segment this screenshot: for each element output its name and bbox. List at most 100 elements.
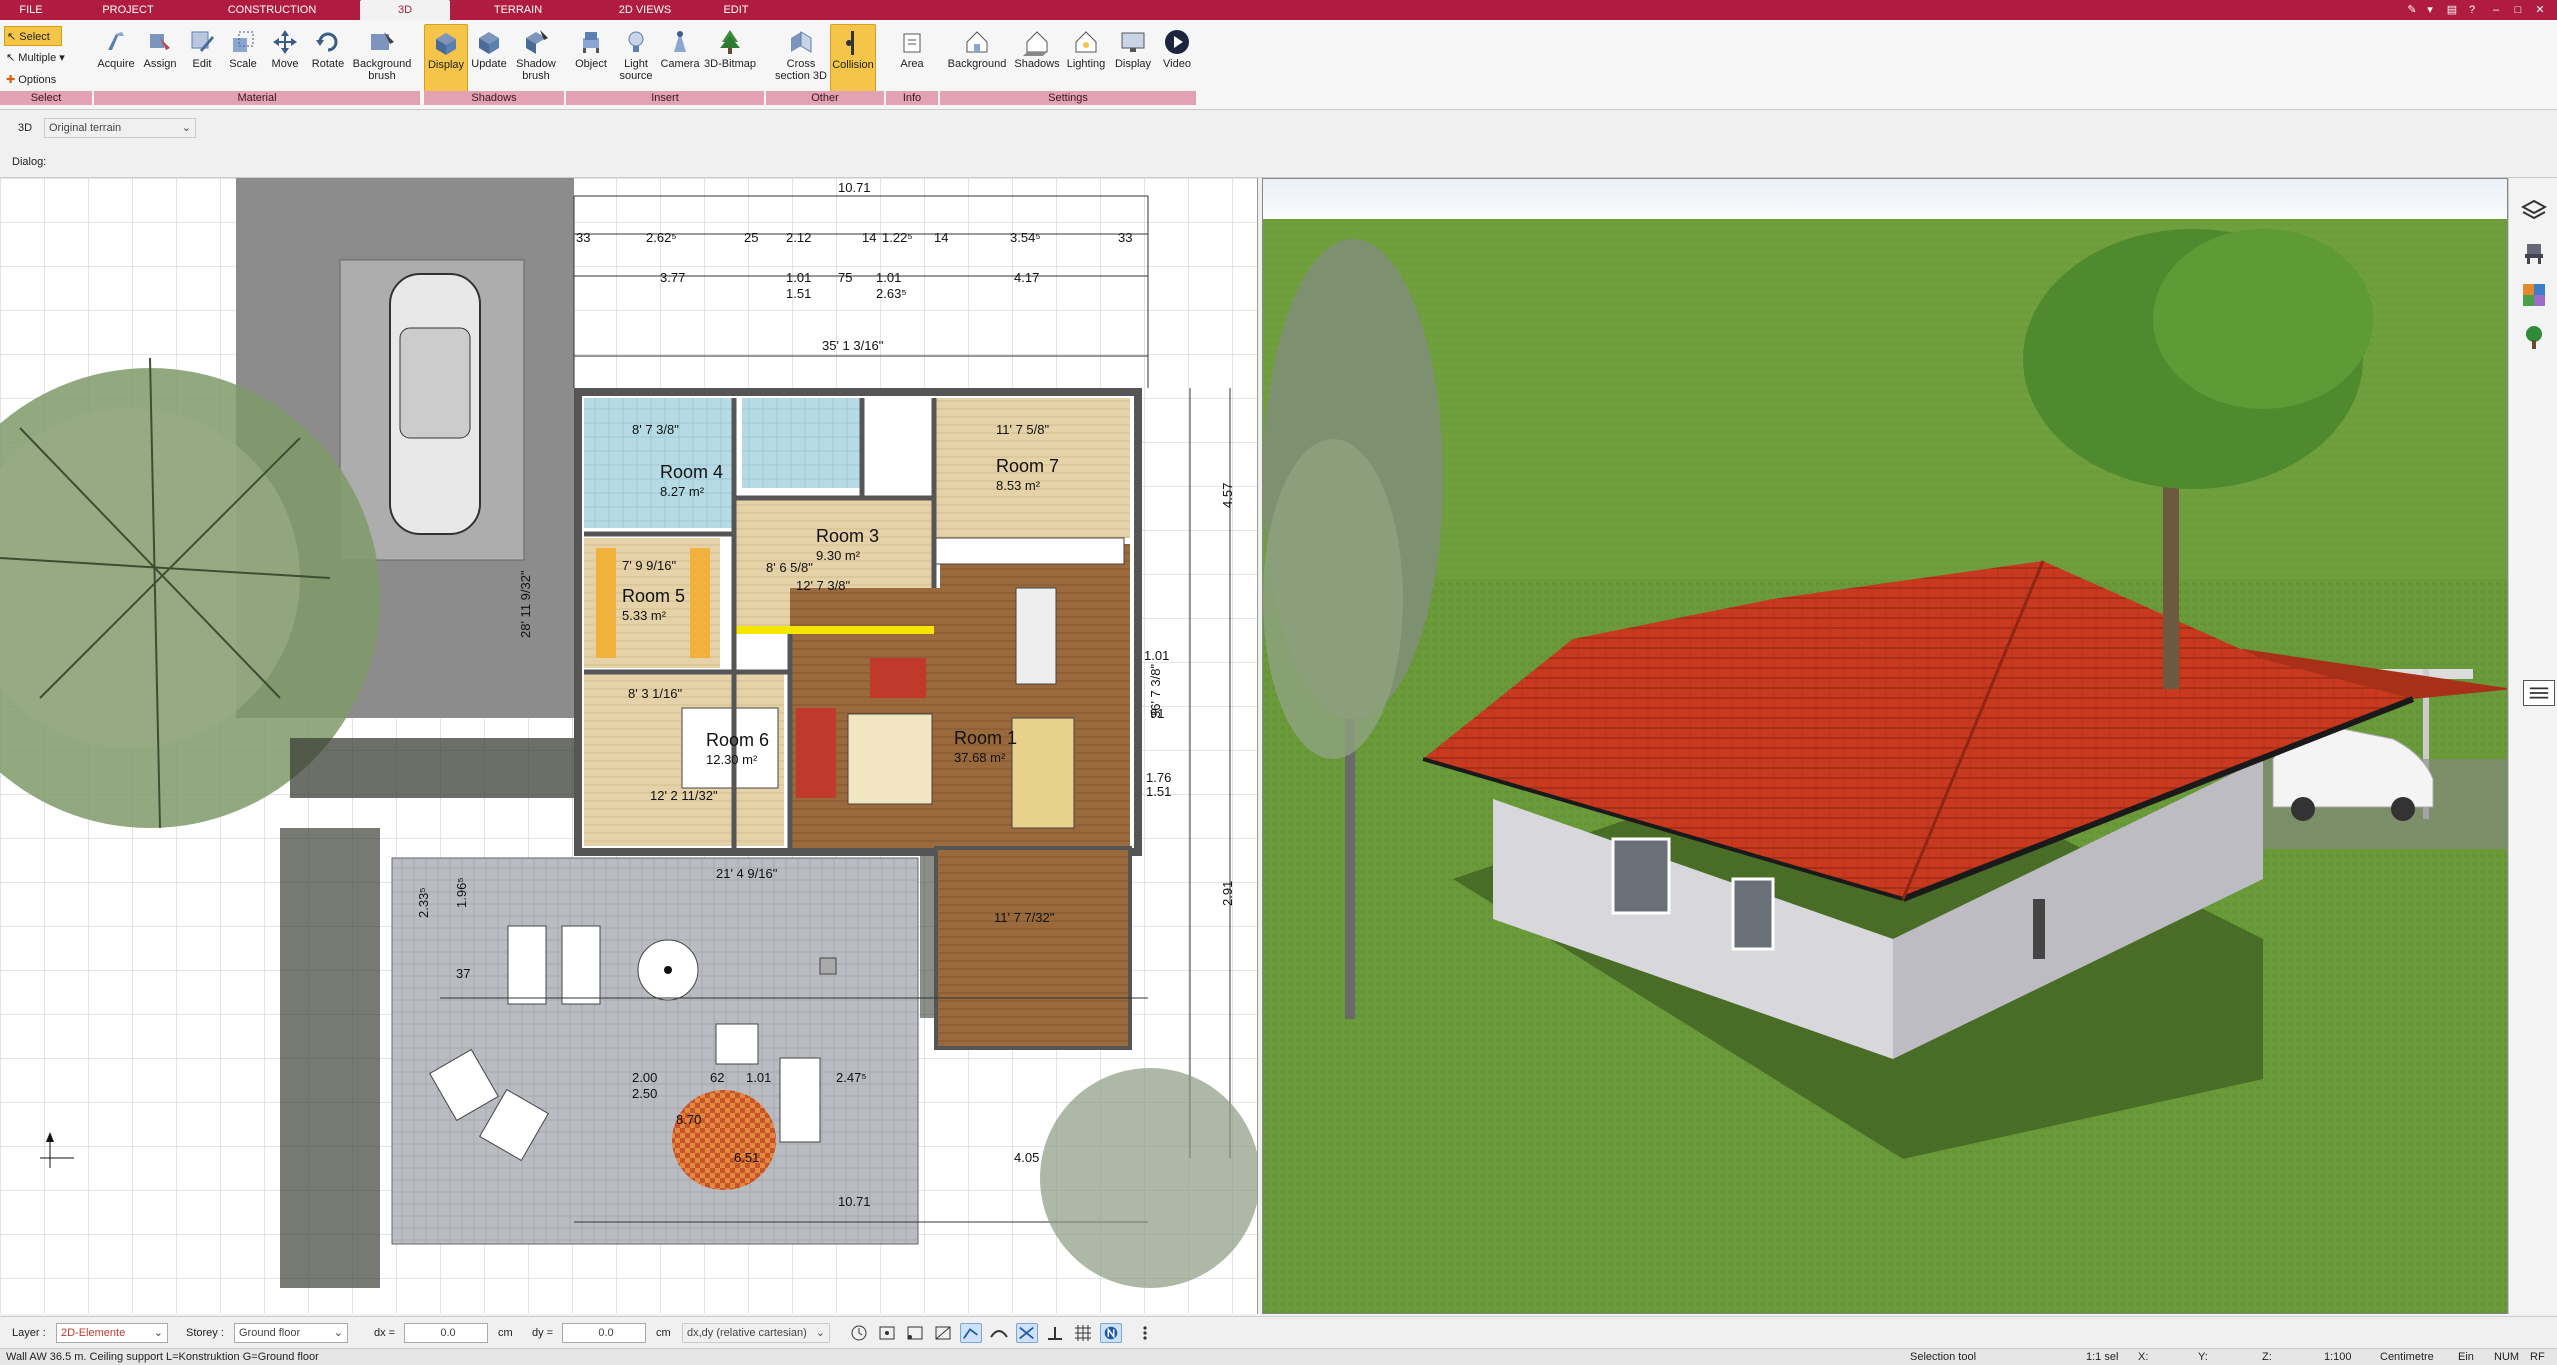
collision-icon <box>846 31 854 55</box>
snap-line-icon[interactable] <box>932 1323 954 1343</box>
layers-icon[interactable] <box>2520 198 2548 224</box>
status-ein: Ein <box>2458 1351 2474 1363</box>
selected-wall[interactable] <box>734 626 934 634</box>
settings-shadows-button[interactable]: Shadows <box>1012 24 1062 92</box>
options-button[interactable]: ✚ Options <box>4 70 56 90</box>
lighting-button[interactable]: Lighting <box>1062 24 1110 92</box>
camera-button[interactable]: Camera <box>658 24 702 92</box>
snap-angle-icon[interactable] <box>960 1323 982 1343</box>
move-button[interactable]: Move <box>264 24 306 92</box>
room-label: Room 1 <box>954 728 1017 748</box>
status-rf: RF <box>2530 1351 2545 1363</box>
svg-text:1.01: 1.01 <box>876 270 901 285</box>
chevron-down-icon: ⌄ <box>153 1327 163 1339</box>
svg-text:1.51: 1.51 <box>786 286 811 301</box>
area-button[interactable]: Area <box>888 24 936 92</box>
lighting-icon <box>1075 31 1097 53</box>
terrain-select[interactable]: Original terrain ⌄ <box>44 118 196 138</box>
light-source-button[interactable]: Light source <box>614 24 658 92</box>
status-bar: Wall AW 36.5 m. Ceiling support L=Konstr… <box>0 1348 2557 1365</box>
grid-icon[interactable] <box>1072 1323 1094 1343</box>
status-y: Y: <box>2198 1351 2208 1363</box>
more-options-icon[interactable] <box>1134 1323 1156 1343</box>
select-button[interactable]: ↖ Select <box>4 26 62 46</box>
svg-text:91: 91 <box>1150 706 1164 721</box>
collision-button[interactable]: Collision <box>830 24 876 92</box>
shadow-brush-button[interactable]: Shadow brush <box>510 24 562 92</box>
status-num: NUM <box>2494 1351 2520 1363</box>
assign-button[interactable]: Assign <box>138 24 182 92</box>
3d-bitmap-button[interactable]: 3D-Bitmap <box>702 24 758 92</box>
coordinate-mode-select[interactable]: dx,dy (relative cartesian) ⌄ <box>682 1323 830 1343</box>
svg-text:4.17: 4.17 <box>1014 270 1039 285</box>
svg-text:14: 14 <box>934 230 948 245</box>
snap-intersection-icon[interactable] <box>1016 1323 1038 1343</box>
snap-point-icon[interactable] <box>904 1323 926 1343</box>
svg-text:2.47⁵: 2.47⁵ <box>836 1070 867 1085</box>
svg-text:28' 11 9/32": 28' 11 9/32" <box>518 570 533 638</box>
layout-icon[interactable]: ▤ <box>2444 2 2460 18</box>
svg-text:75: 75 <box>838 270 852 285</box>
scale-button[interactable]: Scale <box>222 24 264 92</box>
tools-icon[interactable]: ✎ <box>2404 2 2420 18</box>
restore-icon[interactable]: □ <box>2510 2 2526 18</box>
group-material: Material <box>94 91 420 105</box>
background-button[interactable]: Background <box>942 24 1012 92</box>
room-area: 12.30 m² <box>706 752 758 767</box>
floor-plan-view[interactable]: 10.71 33 2.62⁵ 25 2.12 14 1.22⁵ 14 3.54⁵… <box>0 178 1258 1314</box>
tab-construction[interactable]: CONSTRUCTION <box>214 0 330 20</box>
3d-view[interactable] <box>1262 178 2508 1314</box>
lounger-2 <box>561 925 601 1005</box>
rotate-button[interactable]: Rotate <box>306 24 350 92</box>
video-icon <box>1165 30 1189 54</box>
shadows-display-button[interactable]: Display <box>424 24 468 92</box>
background-brush-button[interactable]: Background brush <box>350 24 414 92</box>
svg-text:8' 3 1/16": 8' 3 1/16" <box>628 686 682 701</box>
pin-icon[interactable]: ▾ <box>2422 2 2438 18</box>
layer-select[interactable]: 2D-Elemente ⌄ <box>56 1323 168 1343</box>
chair-icon[interactable] <box>2521 240 2547 266</box>
material-edit-button[interactable]: Edit <box>182 24 222 92</box>
tab-project[interactable]: PROJECT <box>86 0 170 20</box>
tab-bar: FILE PROJECT CONSTRUCTION 3D TERRAIN 2D … <box>0 0 2557 20</box>
settings-display-button[interactable]: Display <box>1110 24 1156 92</box>
svg-text:4.05: 4.05 <box>1014 1150 1039 1165</box>
ortho-icon[interactable] <box>1100 1323 1122 1343</box>
update-button[interactable]: Update <box>468 24 510 92</box>
tab-3d[interactable]: 3D <box>360 0 450 20</box>
svg-text:12' 2 11/32": 12' 2 11/32" <box>650 788 718 803</box>
dialog-label: Dialog: <box>12 156 47 168</box>
svg-text:2.50: 2.50 <box>632 1086 657 1101</box>
dy-input[interactable]: 0.0 <box>562 1323 646 1343</box>
dx-input[interactable]: 0.0 <box>404 1323 488 1343</box>
video-button[interactable]: Video <box>1156 24 1198 92</box>
snap-perpendicular-icon[interactable] <box>1044 1323 1066 1343</box>
snap-icon[interactable] <box>876 1323 898 1343</box>
object-button[interactable]: Object <box>568 24 614 92</box>
acquire-button[interactable]: Acquire <box>94 24 138 92</box>
svg-text:1.22⁵: 1.22⁵ <box>882 230 913 245</box>
tab-2d-views[interactable]: 2D VIEWS <box>600 0 690 20</box>
multiple-button[interactable]: ↖ Multiple ▾ <box>4 48 65 68</box>
light-source-icon <box>628 31 644 52</box>
svg-text:2.91: 2.91 <box>1220 881 1235 906</box>
tab-file[interactable]: FILE <box>0 0 62 20</box>
close-icon[interactable]: ✕ <box>2532 2 2548 18</box>
tab-terrain[interactable]: TERRAIN <box>476 0 560 20</box>
floor-plan-canvas[interactable]: 10.71 33 2.62⁵ 25 2.12 14 1.22⁵ 14 3.54⁵… <box>0 178 1258 1314</box>
snap-curve-icon[interactable] <box>988 1323 1010 1343</box>
hedge-top <box>290 738 610 798</box>
storey-select[interactable]: Ground floor ⌄ <box>234 1323 348 1343</box>
3d-scene[interactable] <box>1263 179 2508 1314</box>
tab-edit[interactable]: EDIT <box>710 0 762 20</box>
clock-icon[interactable] <box>848 1323 870 1343</box>
svg-text:1.51: 1.51 <box>1146 784 1171 799</box>
help-icon[interactable]: ? <box>2464 2 2480 18</box>
panel-toggle-icon[interactable] <box>2523 680 2555 706</box>
plants-icon[interactable] <box>2521 324 2547 350</box>
minimize-icon[interactable]: – <box>2488 2 2504 18</box>
update-icon <box>479 32 499 54</box>
materials-icon[interactable] <box>2521 282 2547 308</box>
room-area: 8.53 m² <box>996 478 1041 493</box>
cross-section-3d-button[interactable]: Cross section 3D <box>774 24 828 92</box>
